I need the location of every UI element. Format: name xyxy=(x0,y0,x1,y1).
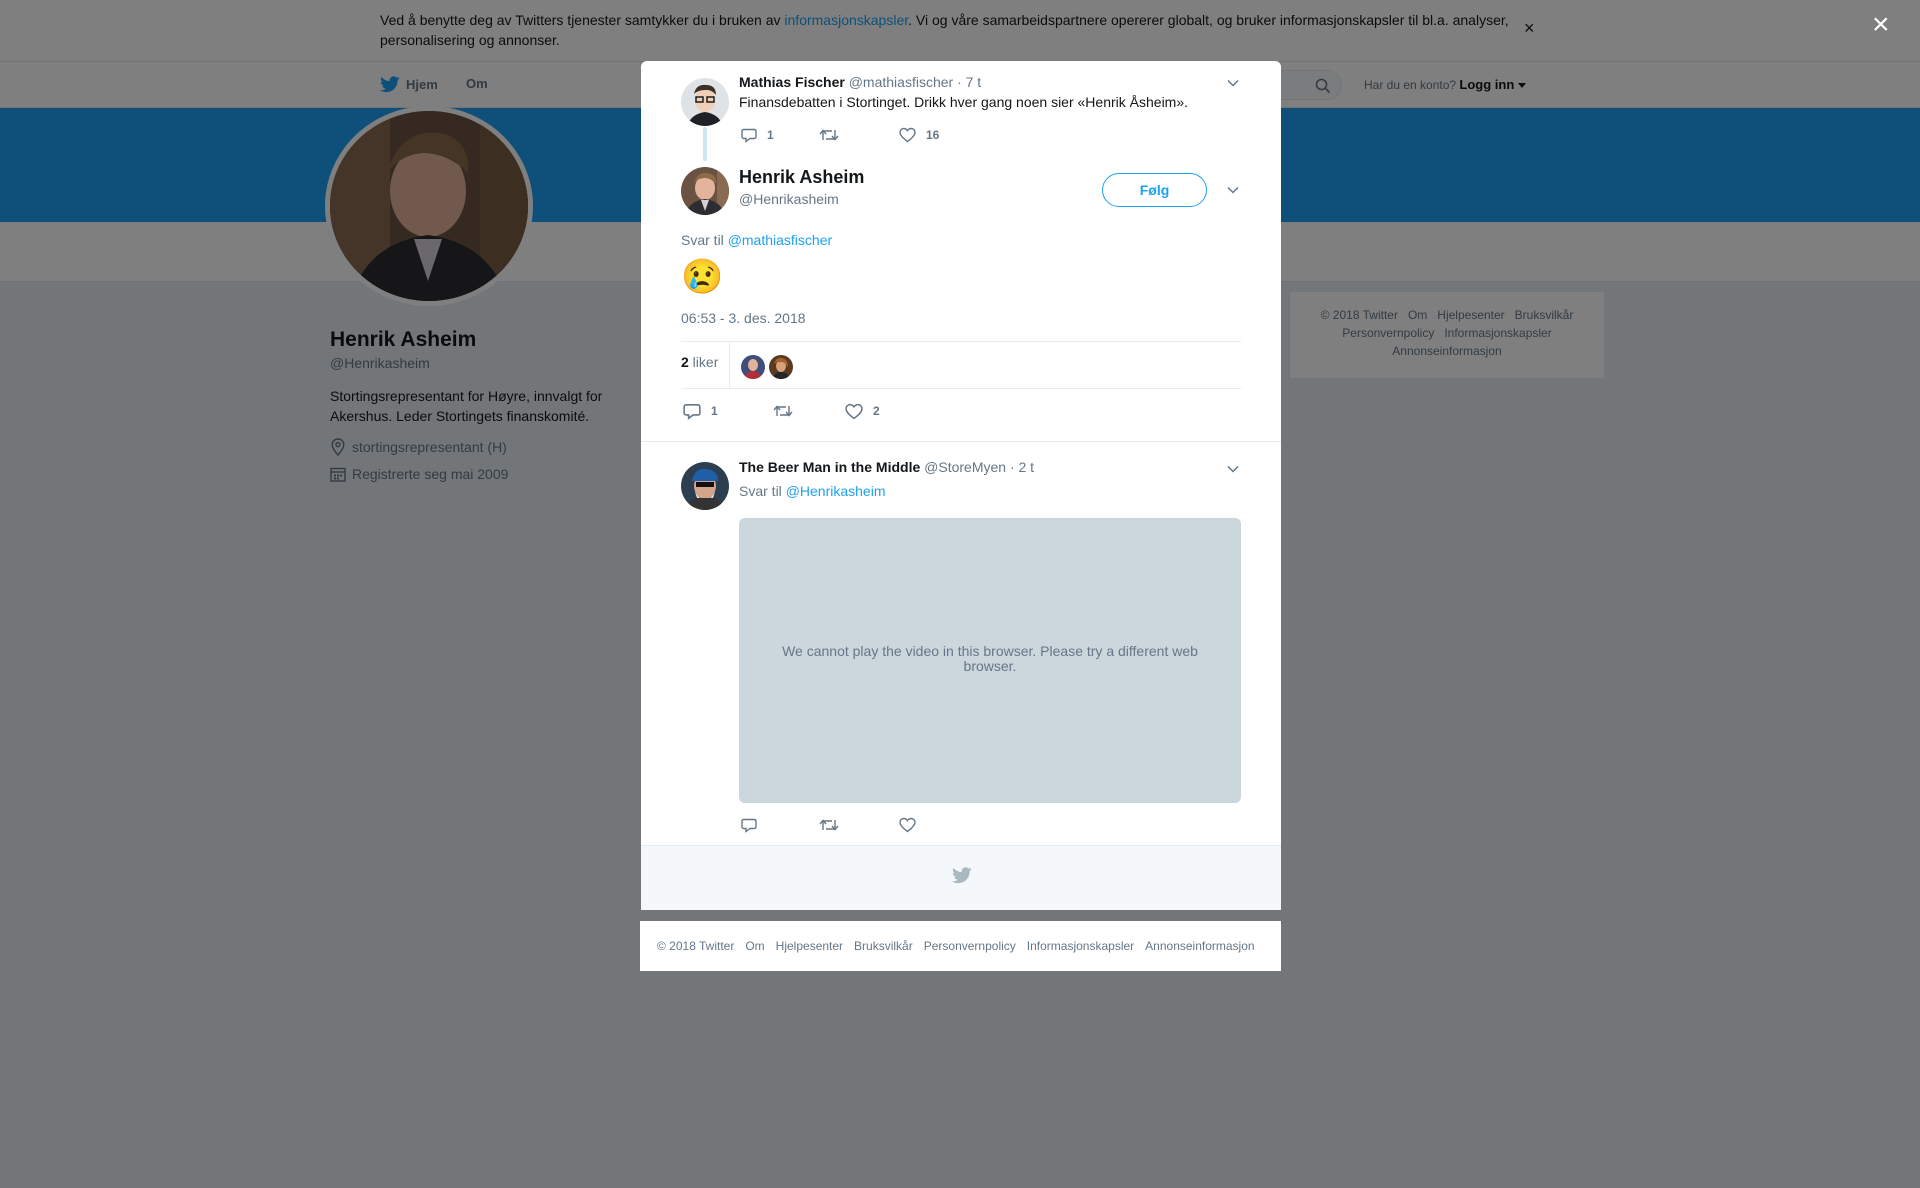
twitter-bird-icon xyxy=(952,867,972,884)
modal-bottom-footer: © 2018 Twitter Om Hjelpesenter Bruksvilk… xyxy=(640,921,1281,971)
chevron-down-icon[interactable] xyxy=(1226,462,1240,476)
parent-tweet-actions: 1 16 xyxy=(741,127,939,143)
like-button[interactable]: 16 xyxy=(899,127,939,143)
parent-tweet-header: Mathias Fischer @mathiasfischer · 7 t xyxy=(739,74,981,90)
like-icon xyxy=(899,127,916,143)
avatar[interactable] xyxy=(681,462,729,510)
like-count: 16 xyxy=(926,128,940,142)
divider xyxy=(729,342,730,388)
mention-link[interactable]: @Henrikasheim xyxy=(786,483,886,499)
retweet-icon xyxy=(773,405,793,417)
reply-tweet-name[interactable]: The Beer Man in the Middle xyxy=(739,459,920,475)
reply-prefix: Svar til xyxy=(739,483,786,499)
footer-link-privacy[interactable]: Personvernpolicy xyxy=(924,939,1016,953)
parent-tweet-text: Finansdebatten i Stortinget. Drikk hver … xyxy=(739,94,1189,110)
main-tweet-name[interactable]: Henrik Asheim xyxy=(739,167,864,188)
retweet-icon xyxy=(819,819,839,831)
reply-prefix: Svar til xyxy=(681,232,728,248)
close-icon[interactable]: × xyxy=(1872,10,1890,40)
video-player[interactable]: We cannot play the video in this browser… xyxy=(739,518,1241,803)
like-button[interactable]: 2 xyxy=(845,403,880,420)
divider xyxy=(641,441,1281,442)
mention-link[interactable]: @mathiasfischer xyxy=(728,232,832,248)
reply-tweet-reply-context: Svar til @Henrikasheim xyxy=(739,483,886,499)
reply-count: 1 xyxy=(767,128,774,142)
avatar[interactable] xyxy=(681,167,729,215)
reply-tweet-handle[interactable]: @StoreMyen xyxy=(924,459,1006,475)
thread-connector xyxy=(703,127,707,161)
like-count: 2 xyxy=(873,404,880,418)
main-tweet-actions: 1 2 xyxy=(683,402,880,420)
chevron-down-icon[interactable] xyxy=(1226,76,1240,90)
like-button[interactable] xyxy=(899,817,926,833)
main-tweet-handle[interactable]: @Henrikasheim xyxy=(739,191,839,207)
reply-button[interactable] xyxy=(741,817,819,833)
reply-tweet-header: The Beer Man in the Middle @StoreMyen · … xyxy=(739,459,1034,475)
avatar[interactable] xyxy=(681,78,729,126)
tweet-modal: Mathias Fischer @mathiasfischer · 7 t Fi… xyxy=(641,61,1281,910)
footer-link-cookies[interactable]: Informasjonskapsler xyxy=(1027,939,1134,953)
parent-tweet-time[interactable]: · 7 t xyxy=(957,74,981,90)
reply-button[interactable]: 1 xyxy=(741,127,819,143)
divider xyxy=(681,388,1241,389)
parent-tweet-name[interactable]: Mathias Fischer xyxy=(739,74,845,90)
main-tweet-text: 😢 xyxy=(681,258,724,296)
reply-tweet-time[interactable]: · 2 t xyxy=(1010,459,1034,475)
footer-copyright: © 2018 Twitter xyxy=(657,939,735,953)
reply-button[interactable]: 1 xyxy=(683,402,773,420)
footer-link-ads-info[interactable]: Annonseinformasjon xyxy=(1145,939,1254,953)
footer-link-terms[interactable]: Bruksvilkår xyxy=(854,939,913,953)
parent-tweet-handle[interactable]: @mathiasfischer xyxy=(849,74,953,90)
retweet-button[interactable] xyxy=(819,817,899,833)
like-icon xyxy=(845,403,863,419)
footer-link-about[interactable]: Om xyxy=(745,939,764,953)
main-tweet-timestamp[interactable]: 06:53 - 3. des. 2018 xyxy=(681,310,806,326)
likes-number: 2 xyxy=(681,354,689,370)
footer-link-help[interactable]: Hjelpesenter xyxy=(776,939,843,953)
follow-button[interactable]: Følg xyxy=(1102,173,1207,207)
modal-footer xyxy=(641,845,1281,910)
retweet-button[interactable] xyxy=(819,127,899,143)
likes-summary[interactable]: 2 liker xyxy=(681,354,718,370)
main-tweet-reply-context: Svar til @mathiasfischer xyxy=(681,232,832,248)
retweet-button[interactable] xyxy=(773,403,845,419)
video-error-message: We cannot play the video in this browser… xyxy=(782,643,1198,674)
retweet-icon xyxy=(819,129,839,141)
liker-avatar[interactable] xyxy=(741,355,765,379)
likes-word: liker xyxy=(688,354,719,370)
reply-tweet-actions xyxy=(741,817,926,833)
reply-icon xyxy=(741,818,757,833)
divider xyxy=(681,341,1241,342)
liker-avatar[interactable] xyxy=(769,355,793,379)
like-icon xyxy=(899,817,916,833)
reply-icon xyxy=(741,128,757,143)
chevron-down-icon[interactable] xyxy=(1226,183,1240,197)
reply-count: 1 xyxy=(711,404,718,418)
reply-icon xyxy=(683,404,701,420)
